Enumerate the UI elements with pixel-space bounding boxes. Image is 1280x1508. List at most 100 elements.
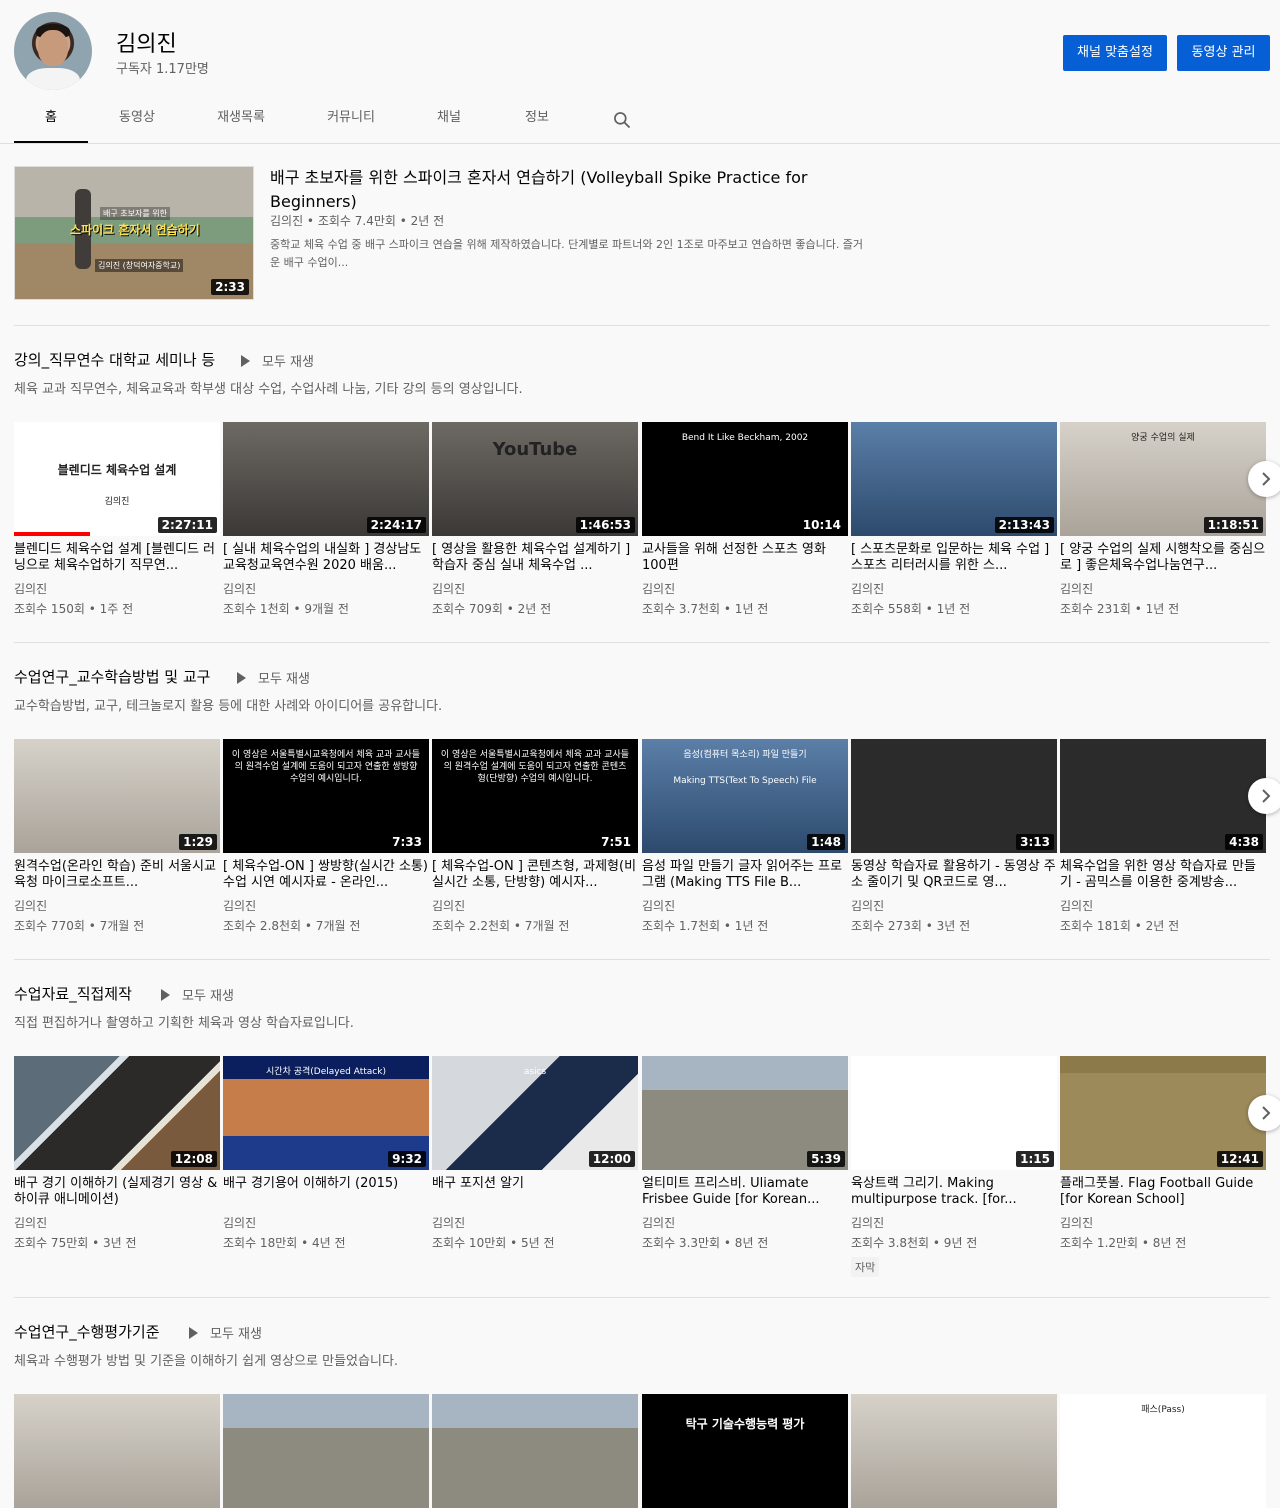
featured-title[interactable]: 배구 초보자를 위한 스파이크 혼자서 연습하기 (Volleyball Spi…: [270, 166, 870, 214]
video-card[interactable]: 12:41 플래그풋볼. Flag Football Guide [for Kor…: [1060, 1056, 1266, 1251]
video-thumbnail[interactable]: 4:38: [1060, 739, 1266, 853]
featured-thumbnail[interactable]: 배구 초보자를 위한 스파이크 혼자서 연습하기 김의진 (창덕여자중학교) 2…: [14, 166, 254, 300]
video-card[interactable]: 5:39 얼티미트 프리스비. Uliamate Frisbee Guide [f…: [642, 1056, 848, 1251]
video-title[interactable]: 음성 파일 만들기 글자 읽어주는 프로그램 (Making TTS File …: [642, 859, 848, 891]
video-channel[interactable]: 김의진: [223, 580, 429, 597]
video-title[interactable]: [ 스포츠문화로 입문하는 체육 수업 ] 스포츠 리터러시를 위한 스...: [851, 542, 1057, 574]
video-card[interactable]: 음성(컴퓨터 목소리) 파일 만들기 Making TTS(Text To Spe…: [642, 739, 848, 934]
video-title[interactable]: [ 양궁 수업의 실제 시행착오를 중심으로 ] 좋은체육수업나눔연구...: [1060, 542, 1266, 574]
video-card[interactable]: [14, 1394, 220, 1508]
video-card[interactable]: 시간차 공격(Delayed Attack) 9:32 배구 경기용어 이해하기 (…: [223, 1056, 429, 1251]
video-title[interactable]: 교사들을 위해 선정한 스포츠 영화 100편: [642, 542, 848, 574]
video-thumbnail[interactable]: 2:24:17: [223, 422, 429, 536]
video-thumbnail[interactable]: YouTube 1:46:53: [432, 422, 638, 536]
video-thumbnail[interactable]: [14, 1394, 220, 1508]
video-channel[interactable]: 김의진: [432, 1214, 638, 1231]
video-card[interactable]: 3:13 동영상 학습자료 활용하기 - 동영상 주소 줄이기 및 QR코드로 영…: [851, 739, 1057, 934]
video-channel[interactable]: 김의진: [432, 580, 638, 597]
video-card[interactable]: 2:24:17 [ 실내 체육수업의 내실화 ] 경상남도교육청교육연수원 202…: [223, 422, 429, 617]
video-title[interactable]: 플래그풋볼. Flag Football Guide [for Korean S…: [1060, 1176, 1266, 1208]
video-thumbnail[interactable]: [432, 1394, 638, 1508]
video-thumbnail[interactable]: 12:08: [14, 1056, 220, 1170]
video-thumbnail[interactable]: 시간차 공격(Delayed Attack) 9:32: [223, 1056, 429, 1170]
video-card[interactable]: 2:13:43 [ 스포츠문화로 입문하는 체육 수업 ] 스포츠 리터러시를 위…: [851, 422, 1057, 617]
video-channel[interactable]: 김의진: [642, 897, 848, 914]
video-thumbnail[interactable]: 2:13:43: [851, 422, 1057, 536]
video-channel[interactable]: 김의진: [432, 897, 638, 914]
video-title[interactable]: [ 영상을 활용한 체육수업 설계하기 ] 학습자 중심 실내 체육수업 ...: [432, 542, 638, 574]
video-thumbnail[interactable]: 이 영상은 서울특별시교육청에서 체육 교과 교사들의 원격수업 설계에 도움이…: [432, 739, 638, 853]
video-card[interactable]: [223, 1394, 429, 1508]
video-channel[interactable]: 김의진: [1060, 1214, 1266, 1231]
tab-community[interactable]: 커뮤니티: [318, 96, 384, 143]
channel-avatar[interactable]: [14, 12, 92, 90]
video-thumbnail[interactable]: [223, 1394, 429, 1508]
shelf-next-button[interactable]: [1248, 1095, 1280, 1131]
video-title[interactable]: [ 실내 체육수업의 내실화 ] 경상남도교육청교육연수원 2020 배움...: [223, 542, 429, 574]
video-channel[interactable]: 김의진: [1060, 580, 1266, 597]
play-all-button[interactable]: 모두 재생: [241, 351, 314, 370]
video-title[interactable]: 배구 포지션 알기: [432, 1176, 638, 1208]
video-thumbnail[interactable]: 양궁 수업의 실제 1:18:51: [1060, 422, 1266, 536]
video-card[interactable]: Bend It Like Beckham, 2002 10:14 교사들을 위해 선…: [642, 422, 848, 617]
video-card[interactable]: 이 영상은 서울특별시교육청에서 체육 교과 교사들의 원격수업 설계에 도움이…: [223, 739, 429, 934]
video-channel[interactable]: 김의진: [851, 580, 1057, 597]
video-channel[interactable]: 김의진: [14, 897, 220, 914]
video-card[interactable]: 1:29 원격수업(온라인 학습) 준비 서울시교육청 마이크로소프트... 김의진…: [14, 739, 220, 934]
video-title[interactable]: 원격수업(온라인 학습) 준비 서울시교육청 마이크로소프트...: [14, 859, 220, 891]
video-card[interactable]: asics 12:00 배구 포지션 알기 김의진 조회수 10만회 • 5년 전: [432, 1056, 638, 1251]
video-channel[interactable]: 김의진: [1060, 897, 1266, 914]
video-title[interactable]: 배구 경기용어 이해하기 (2015): [223, 1176, 429, 1208]
video-channel[interactable]: 김의진: [223, 897, 429, 914]
video-thumbnail[interactable]: [851, 1394, 1057, 1508]
video-channel[interactable]: 김의진: [14, 1214, 220, 1231]
tab-playlists[interactable]: 재생목록: [208, 96, 274, 143]
video-card[interactable]: 4:38 체육수업을 위한 영상 학습자료 만들기 - 곰믹스를 이용한 중계방송…: [1060, 739, 1266, 934]
video-thumbnail[interactable]: 음성(컴퓨터 목소리) 파일 만들기 Making TTS(Text To Spe…: [642, 739, 848, 853]
video-card[interactable]: 양궁 수업의 실제 1:18:51 [ 양궁 수업의 실제 시행착오를 중심으로 ]…: [1060, 422, 1266, 617]
customize-channel-button[interactable]: 채널 맞춤설정: [1063, 35, 1167, 71]
video-title[interactable]: 육상트랙 그리기. Making multipurpose track. [fo…: [851, 1176, 1057, 1208]
video-channel[interactable]: 김의진: [851, 897, 1057, 914]
video-channel[interactable]: 김의진: [642, 1214, 848, 1231]
video-thumbnail[interactable]: Bend It Like Beckham, 2002 10:14: [642, 422, 848, 536]
video-card[interactable]: [851, 1394, 1057, 1508]
video-card[interactable]: 이 영상은 서울특별시교육청에서 체육 교과 교사들의 원격수업 설계에 도움이…: [432, 739, 638, 934]
shelf-title[interactable]: 수업연구_교수학습방법 및 교구: [14, 666, 210, 687]
video-thumbnail[interactable]: 1:15: [851, 1056, 1057, 1170]
video-title[interactable]: 동영상 학습자료 활용하기 - 동영상 주소 줄이기 및 QR코드로 영...: [851, 859, 1057, 891]
video-channel[interactable]: 김의진: [223, 1214, 429, 1231]
video-title[interactable]: 얼티미트 프리스비. Uliamate Frisbee Guide [for K…: [642, 1176, 848, 1208]
video-thumbnail[interactable]: 12:41: [1060, 1056, 1266, 1170]
video-title[interactable]: [ 체육수업-ON ] 콘텐츠형, 과제형(비실시간 소통, 단방향) 예시자.…: [432, 859, 638, 891]
video-channel[interactable]: 김의진: [642, 580, 848, 597]
video-thumbnail[interactable]: 탁구 기술수행능력 평가: [642, 1394, 848, 1508]
video-channel[interactable]: 김의진: [14, 580, 220, 597]
play-all-button[interactable]: 모두 재생: [161, 985, 234, 1004]
video-card[interactable]: 패스(Pass): [1060, 1394, 1266, 1508]
video-thumbnail[interactable]: 블렌디드 체육수업 설계 김의진 2:27:11: [14, 422, 220, 536]
video-channel[interactable]: 김의진: [851, 1214, 1057, 1231]
tab-videos[interactable]: 동영상: [104, 96, 170, 143]
video-card[interactable]: [432, 1394, 638, 1508]
play-all-button[interactable]: 모두 재생: [237, 668, 310, 687]
shelf-next-button[interactable]: [1248, 778, 1280, 814]
video-card[interactable]: 블렌디드 체육수업 설계 김의진 2:27:11 블렌디드 체육수업 설계 [블렌디드…: [14, 422, 220, 617]
tab-home[interactable]: 홈: [14, 96, 88, 143]
tab-about[interactable]: 정보: [504, 96, 570, 143]
video-title[interactable]: 블렌디드 체육수업 설계 [블렌디드 러닝으로 체육수업하기 직무연...: [14, 542, 220, 574]
manage-videos-button[interactable]: 동영상 관리: [1177, 35, 1270, 71]
video-title[interactable]: 체육수업을 위한 영상 학습자료 만들기 - 곰믹스를 이용한 중계방송...: [1060, 859, 1266, 891]
video-title[interactable]: 배구 경기 이해하기 (실제경기 영상 & 하이큐 애니메이션): [14, 1176, 220, 1208]
shelf-title[interactable]: 수업자료_직접제작: [14, 983, 132, 1004]
shelf-title[interactable]: 수업연구_수행평가기준: [14, 1321, 160, 1342]
video-card[interactable]: 12:08 배구 경기 이해하기 (실제경기 영상 & 하이큐 애니메이션) 김의진…: [14, 1056, 220, 1251]
play-all-button[interactable]: 모두 재생: [189, 1323, 262, 1342]
shelf-next-button[interactable]: [1248, 461, 1280, 497]
video-thumbnail[interactable]: 5:39: [642, 1056, 848, 1170]
video-card[interactable]: 1:15 육상트랙 그리기. Making multipurpose track.…: [851, 1056, 1057, 1277]
search-icon[interactable]: [612, 110, 632, 130]
video-thumbnail[interactable]: 이 영상은 서울특별시교육청에서 체육 교과 교사들의 원격수업 설계에 도움이…: [223, 739, 429, 853]
video-thumbnail[interactable]: 패스(Pass): [1060, 1394, 1266, 1508]
video-thumbnail[interactable]: 3:13: [851, 739, 1057, 853]
